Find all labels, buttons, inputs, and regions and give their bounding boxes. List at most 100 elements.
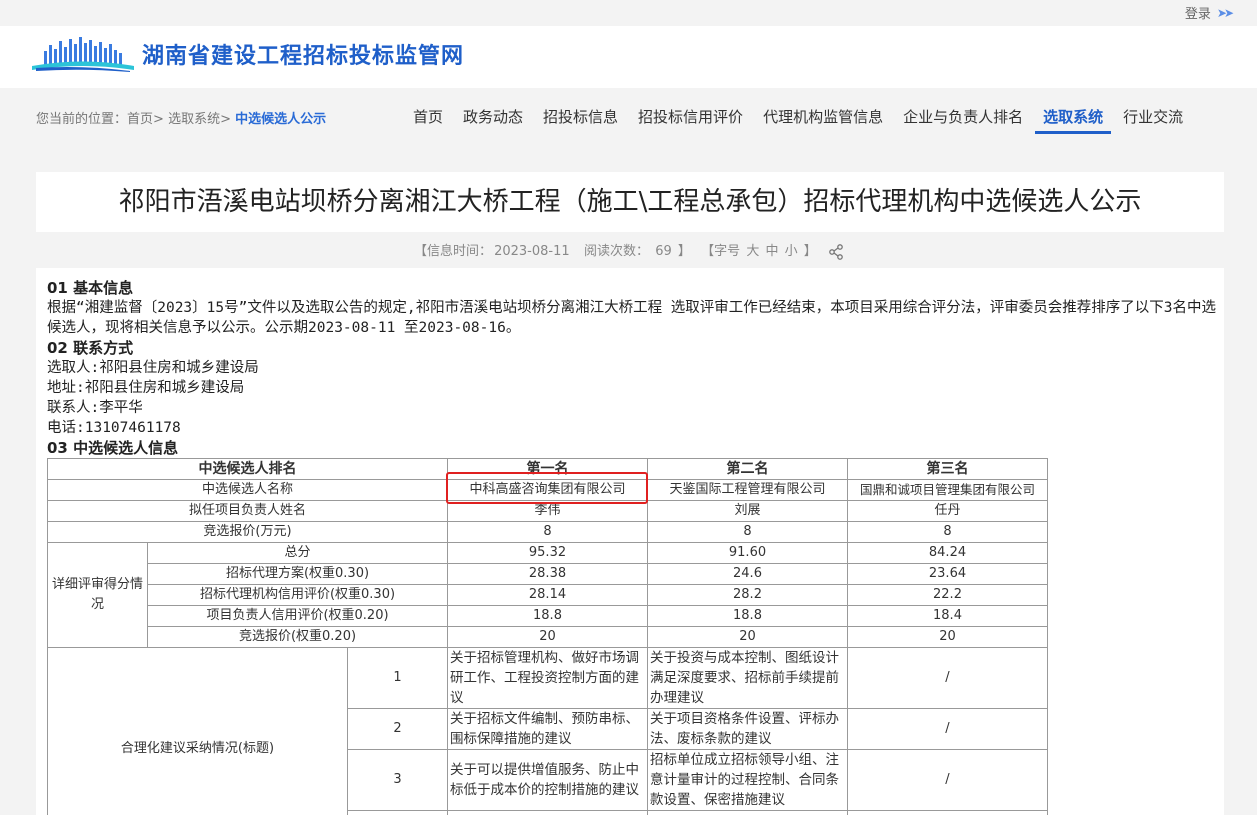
breadcrumb: 您当前的位置：首页> 选取系统> 中选候选人公示 — [36, 108, 326, 127]
suggestion-3-candidate-3: / — [847, 749, 1048, 811]
double-arrow-icon: ➤➤ — [1216, 5, 1234, 20]
login-link[interactable]: 登录 ➤➤ — [1185, 3, 1234, 23]
site-header: 湖南省建设工程招标投标监管网 — [0, 26, 1257, 88]
leader-credit-2: 18.8 — [647, 605, 848, 627]
rational-label: 合理化建议采纳情况(标题) — [47, 647, 348, 815]
table-row: 项目负责人信用评价(权重0.20) 18.8 18.8 18.4 — [48, 605, 1048, 627]
candidate-name-1: 中科高盛咨询集团有限公司 — [447, 479, 648, 501]
rank-1: 第一名 — [447, 458, 648, 480]
suggestion-1-candidate-3: / — [847, 647, 1048, 709]
table-row: 合理化建议采纳情况(标题) 1 关于招标管理机构、做好市场调研工作、工程投资控制… — [47, 647, 1048, 815]
credit-1: 28.14 — [447, 584, 648, 606]
table-row: 中选候选人名称 中科高盛咨询集团有限公司 天鉴国际工程管理有限公司 国鼎和诚项目… — [47, 479, 1048, 501]
table-row: 竞选报价(万元) 8 8 8 — [47, 521, 1048, 543]
contact-org: 选取人:祁阳县住房和城乡建设局 — [47, 360, 259, 376]
plan-3: 23.64 — [847, 563, 1048, 585]
breadcrumb-section[interactable]: 选取系统 — [168, 112, 220, 127]
contact-person: 联系人:李平华 — [47, 400, 143, 416]
total-1: 95.32 — [447, 542, 648, 564]
table-cell — [447, 810, 648, 815]
section-title-candidates: 03 中选候选人信息 — [47, 439, 179, 457]
credit-3: 22.2 — [847, 584, 1048, 606]
bid-label: 竞选报价(权重0.20) — [147, 626, 448, 648]
article-content: 01 基本信息 根据“湘建监督〔2023〕15号”文件以及选取公告的规定,祁阳市… — [36, 268, 1224, 815]
table-row: 竞选报价(权重0.20) 20 20 20 — [48, 626, 1048, 648]
price-2: 8 — [647, 521, 848, 543]
suggestion-no: 2 — [347, 708, 448, 750]
nav-item-industry-exchange[interactable]: 行业交流 — [1115, 104, 1191, 134]
breadcrumb-separator: > — [220, 112, 231, 127]
nav-item-agency-supervision[interactable]: 代理机构监管信息 — [755, 104, 891, 134]
leader-credit-label: 项目负责人信用评价(权重0.20) — [147, 605, 448, 627]
leader-label: 拟任项目负责人姓名 — [47, 500, 448, 522]
bid-2: 20 — [647, 626, 848, 648]
suggestion-2-candidate-3: / — [847, 708, 1048, 750]
table-row: 招标代理方案(权重0.30) 28.38 24.6 23.64 — [48, 563, 1048, 585]
candidate-name-3: 国鼎和诚项目管理集团有限公司 — [847, 479, 1048, 501]
article-title: 祁阳市浯溪电站坝桥分离湘江大桥工程（施工\工程总承包）招标代理机构中选候选人公示 — [118, 187, 1142, 217]
price-1: 8 — [447, 521, 648, 543]
main-nav: 首页 政务动态 招投标信息 招投标信用评价 代理机构监管信息 企业与负责人排名 … — [405, 104, 1195, 136]
suggestion-1-candidate-1: 关于招标管理机构、做好市场调研工作、工程投资控制方面的建议 — [447, 647, 648, 709]
leader-credit-3: 18.4 — [847, 605, 1048, 627]
table-cell — [347, 810, 448, 815]
leader-1: 李伟 — [447, 500, 648, 522]
table-row: 招标代理机构信用评价(权重0.30) 28.14 28.2 22.2 — [48, 584, 1048, 606]
site-logo[interactable]: 湖南省建设工程招标投标监管网 — [30, 35, 464, 73]
font-size-open: 【字号 — [701, 244, 741, 259]
leader-credit-1: 18.8 — [447, 605, 648, 627]
nav-item-government-news[interactable]: 政务动态 — [455, 104, 531, 134]
breadcrumb-home[interactable]: 首页 — [127, 112, 153, 127]
bid-3: 20 — [847, 626, 1048, 648]
section-title-contact: 02 联系方式 — [47, 339, 134, 357]
site-title: 湖南省建设工程招标投标监管网 — [142, 44, 465, 69]
table-row: 中选候选人排名 第一名 第二名 第三名 — [47, 458, 1048, 480]
suggestion-2-candidate-2: 关于项目资格条件设置、评标办法、废标条款的建议 — [647, 708, 848, 750]
info-date: 2023-08-11 — [494, 244, 570, 259]
font-size-small-button[interactable]: 小 — [785, 244, 798, 259]
breadcrumb-current: 中选候选人公示 — [235, 112, 327, 127]
info-read-count: 69 — [655, 244, 672, 259]
leader-3: 任丹 — [847, 500, 1048, 522]
rank-2: 第二名 — [647, 458, 848, 480]
login-label[interactable]: 登录 — [1185, 3, 1211, 22]
suggestion-2-candidate-1: 关于招标文件编制、预防串标、围标保障措施的建议 — [447, 708, 648, 750]
total-2: 91.60 — [647, 542, 848, 564]
leader-2: 刘展 — [647, 500, 848, 522]
suggestion-no: 1 — [347, 647, 448, 709]
candidates-table: 中选候选人排名 第一名 第二名 第三名 中选候选人名称 中科高盛咨询集团有限公司… — [47, 458, 1048, 815]
top-bar: 登录 ➤➤ — [0, 0, 1257, 26]
nav-item-bidding-info[interactable]: 招投标信息 — [535, 104, 626, 134]
nav-item-home[interactable]: 首页 — [405, 104, 451, 134]
nav-item-selection-system[interactable]: 选取系统 — [1035, 104, 1112, 134]
contact-phone: 电话:13107461178 — [47, 420, 181, 436]
credit-label: 招标代理机构信用评价(权重0.30) — [147, 584, 448, 606]
plan-2: 24.6 — [647, 563, 848, 585]
city-skyline-logo-icon — [32, 37, 134, 72]
article-info: 【信息时间： 2023-08-11 阅读次数： 69 】 【字号 大 中 小 】 — [0, 240, 1257, 260]
font-size-large-button[interactable]: 大 — [746, 244, 759, 259]
candidate-name-2: 天鉴国际工程管理有限公司 — [647, 479, 848, 501]
suggestion-no: 3 — [347, 749, 448, 811]
share-icon[interactable] — [828, 243, 844, 260]
basic-info-paragraph: 根据“湘建监督〔2023〕15号”文件以及选取公告的规定,祁阳市浯溪电站坝桥分离… — [47, 300, 1217, 336]
bid-1: 20 — [447, 626, 648, 648]
contact-address: 地址:祁阳县住房和城乡建设局 — [47, 380, 245, 396]
font-size-medium-button[interactable]: 中 — [765, 244, 778, 259]
section-title-basic-info: 01 基本信息 — [47, 279, 134, 297]
rank-3: 第三名 — [847, 458, 1048, 480]
breadcrumb-separator: > — [153, 112, 164, 127]
credit-2: 28.2 — [647, 584, 848, 606]
plan-1: 28.38 — [447, 563, 648, 585]
table-cell — [847, 810, 1048, 815]
rank-label: 中选候选人排名 — [47, 458, 448, 480]
nav-item-ranking[interactable]: 企业与负责人排名 — [895, 104, 1031, 134]
table-row: 详细评审得分情况 总分 95.32 91.60 84.24 — [47, 542, 1048, 648]
total-3: 84.24 — [847, 542, 1048, 564]
info-close: 】 — [677, 244, 691, 259]
suggestion-3-candidate-2: 招标单位成立招标领导小组、注意计量审计的过程控制、合同条款设置、保密措施建议 — [647, 749, 848, 811]
total-label: 总分 — [147, 542, 448, 564]
nav-item-credit-evaluation[interactable]: 招投标信用评价 — [630, 104, 751, 134]
price-3: 8 — [847, 521, 1048, 543]
article-title-box: 祁阳市浯溪电站坝桥分离湘江大桥工程（施工\工程总承包）招标代理机构中选候选人公示 — [36, 172, 1224, 232]
